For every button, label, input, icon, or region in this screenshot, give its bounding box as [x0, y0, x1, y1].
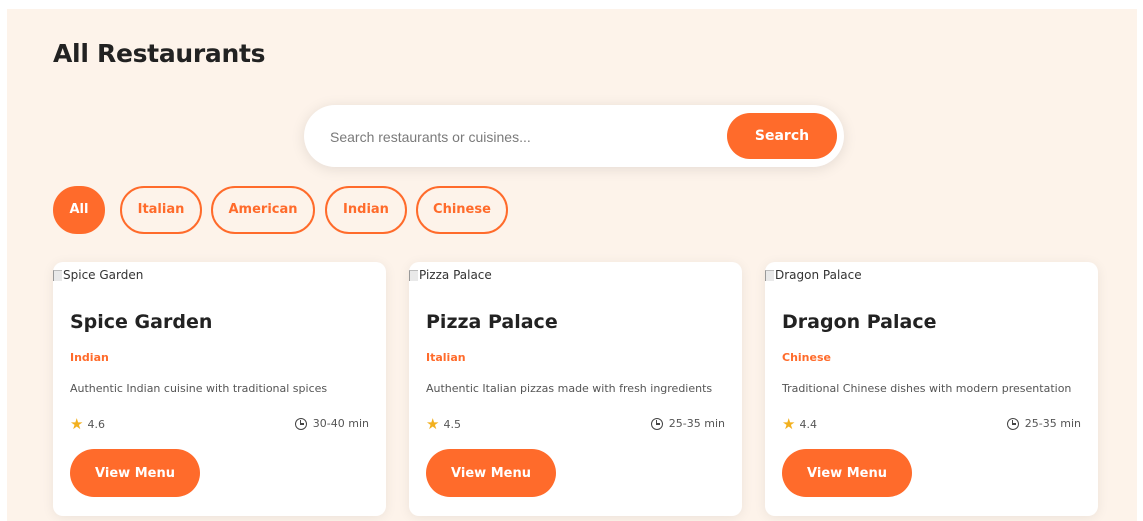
clock-icon [650, 417, 663, 430]
delivery-time-value: 25-35 min [668, 417, 725, 430]
restaurant-name: Spice Garden [70, 311, 213, 333]
search-bar: Search [304, 105, 844, 167]
cuisine-label: Italian [426, 351, 466, 364]
view-menu-button[interactable]: View Menu [70, 449, 200, 497]
cuisine-label: Chinese [782, 351, 831, 364]
restaurant-card-spice-garden[interactable]: Spice Garden Spice Garden Indian Authent… [53, 262, 386, 516]
broken-image-icon [765, 269, 774, 281]
restaurant-card-dragon-palace[interactable]: Dragon Palace Dragon Palace Chinese Trad… [765, 262, 1098, 516]
filter-chip-american[interactable]: American [211, 186, 315, 234]
broken-image-icon [409, 269, 418, 281]
restaurant-description: Authentic Indian cuisine with traditiona… [70, 382, 328, 395]
image-alt-text: Spice Garden [63, 268, 144, 282]
rating: ★ 4.6 [70, 417, 105, 432]
delivery-time-value: 25-35 min [1024, 417, 1081, 430]
rating: ★ 4.4 [782, 417, 817, 432]
delivery-time: 25-35 min [1006, 417, 1081, 430]
restaurant-description: Authentic Italian pizzas made with fresh… [426, 382, 713, 395]
filter-chip-chinese[interactable]: Chinese [416, 186, 508, 234]
broken-image-icon [53, 269, 62, 281]
restaurant-card-pizza-palace[interactable]: Pizza Palace Pizza Palace Italian Authen… [409, 262, 742, 516]
filter-chip-italian[interactable]: Italian [120, 186, 202, 234]
image-alt-text: Dragon Palace [775, 268, 862, 282]
restaurant-image: Spice Garden [53, 265, 143, 285]
page-title: All Restaurants [53, 39, 266, 68]
star-icon: ★ [782, 415, 796, 433]
filter-chip-all[interactable]: All [53, 186, 105, 234]
delivery-time: 30-40 min [294, 417, 369, 430]
cuisine-label: Indian [70, 351, 109, 364]
view-menu-button[interactable]: View Menu [426, 449, 556, 497]
restaurant-description: Traditional Chinese dishes with modern p… [782, 382, 1072, 395]
restaurant-name: Dragon Palace [782, 311, 937, 333]
rating-value: 4.6 [87, 418, 105, 431]
delivery-time: 25-35 min [650, 417, 725, 430]
clock-icon [1006, 417, 1019, 430]
filter-chip-indian[interactable]: Indian [325, 186, 407, 234]
restaurant-image: Dragon Palace [765, 265, 862, 285]
search-input[interactable] [328, 119, 712, 155]
restaurant-name: Pizza Palace [426, 311, 558, 333]
star-icon: ★ [426, 415, 440, 433]
restaurants-page: All Restaurants Search All Italian Ameri… [7, 9, 1137, 521]
rating-value: 4.4 [799, 418, 817, 431]
restaurant-image: Pizza Palace [409, 265, 492, 285]
star-icon: ★ [70, 415, 84, 433]
clock-icon [294, 417, 307, 430]
image-alt-text: Pizza Palace [419, 268, 492, 282]
rating-value: 4.5 [443, 418, 461, 431]
delivery-time-value: 30-40 min [312, 417, 369, 430]
search-button[interactable]: Search [727, 113, 837, 159]
rating: ★ 4.5 [426, 417, 461, 432]
view-menu-button[interactable]: View Menu [782, 449, 912, 497]
